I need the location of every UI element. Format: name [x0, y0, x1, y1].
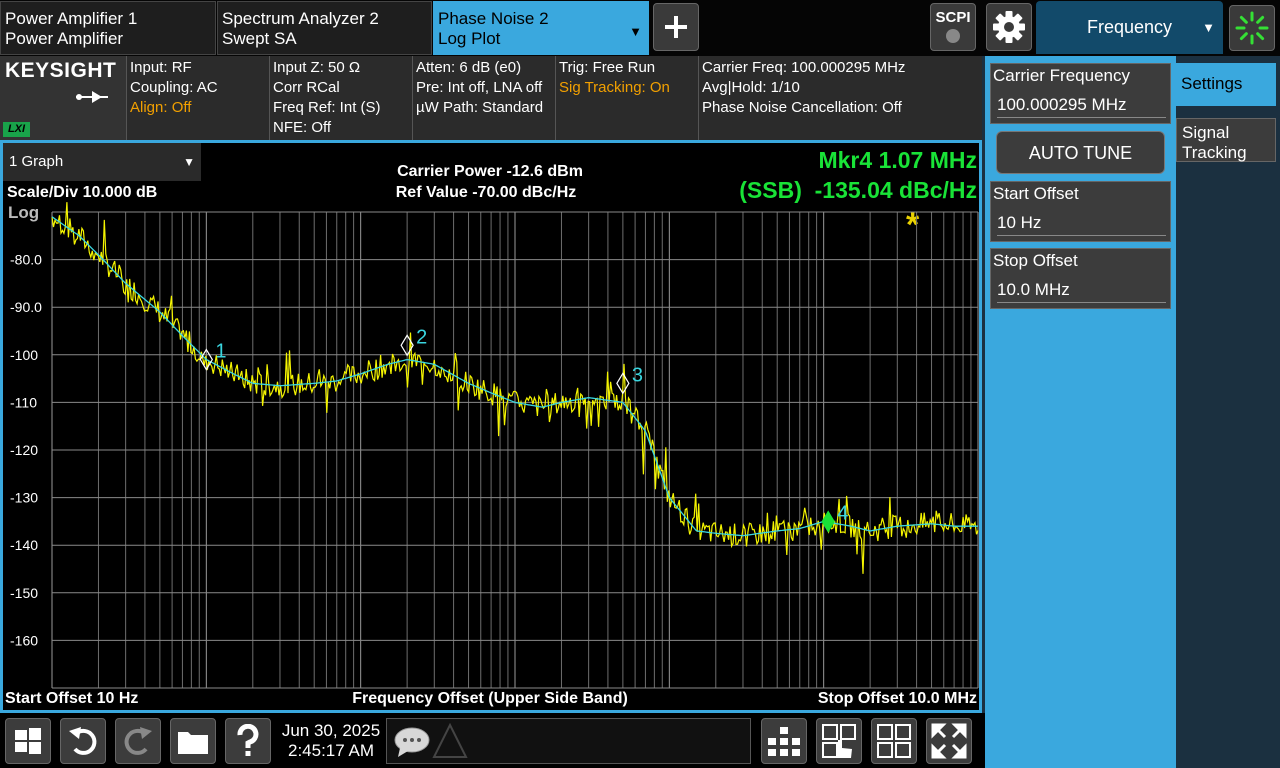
windows-icon [15, 728, 41, 754]
y-tick-label: -120 [10, 442, 38, 458]
help-icon [237, 724, 259, 756]
y-tick-labels: -80.0 -90.0 -100 -110 -120 -130 -140 -150 -160 [10, 252, 42, 649]
multi-window-icon [877, 724, 911, 758]
auto-tune-button[interactable]: AUTO TUNE [996, 131, 1165, 174]
message-icon [394, 727, 430, 757]
touch-select-icon [822, 724, 856, 758]
carrier-frequency-field[interactable]: Carrier Frequency 100.000295 MHz [990, 63, 1171, 124]
start-offset-field[interactable]: Start Offset 10 Hz [990, 181, 1171, 242]
stop-offset-input[interactable]: 10.0 MHz [997, 280, 1166, 303]
date-text: Jun 30, 2025 [281, 721, 381, 740]
undo-button[interactable] [60, 718, 106, 764]
stop-offset-field[interactable]: Stop Offset 10.0 MHz [990, 248, 1171, 309]
y-tick-label: -150 [10, 585, 38, 601]
tab-signal-tracking[interactable]: Signal Tracking [1176, 118, 1276, 162]
y-tick-label: -110 [10, 394, 37, 410]
carrier-frequency-input[interactable]: 100.000295 MHz [997, 95, 1166, 118]
tab-label-line2: Tracking [1182, 143, 1247, 162]
redo-button[interactable] [115, 718, 161, 764]
marker-label-3: 3 [632, 364, 643, 386]
y-tick-label: -160 [10, 632, 38, 648]
marker-layer: 1 2 3 4 [199, 326, 848, 533]
undo-icon [69, 727, 97, 755]
field-label: Carrier Frequency [993, 66, 1130, 85]
fullscreen-icon [931, 723, 967, 759]
redo-icon [124, 727, 152, 755]
date-time: Jun 30, 2025 2:45:17 AM [278, 721, 384, 761]
tab-label: Settings [1181, 74, 1243, 93]
fullscreen-button[interactable] [926, 718, 972, 764]
file-button[interactable] [170, 718, 216, 764]
y-tick-label: -80.0 [10, 252, 42, 268]
time-text: 2:45:17 AM [287, 741, 374, 760]
touch-select-button[interactable] [816, 718, 862, 764]
message-bar[interactable] [386, 718, 751, 764]
marker-label-2: 2 [416, 326, 427, 348]
tab-settings[interactable]: Settings [1176, 63, 1276, 106]
plot-grid [51, 211, 979, 689]
stop-offset-label: Stop Offset 10.0 MHz [817, 690, 977, 707]
help-button[interactable] [225, 718, 271, 764]
field-label: Start Offset [993, 184, 1079, 203]
folder-icon [178, 732, 208, 754]
x-axis-title: Frequency Offset (Upper Side Band) [352, 690, 628, 707]
multi-window-button[interactable] [871, 718, 917, 764]
y-tick-label: -100 [10, 347, 38, 363]
field-label: Stop Offset [993, 251, 1078, 270]
y-tick-label: -130 [10, 490, 38, 506]
warning-icon [432, 723, 468, 758]
marker-label-1: 1 [215, 341, 226, 363]
layout-tree-icon [768, 727, 800, 756]
layout-button[interactable] [761, 718, 807, 764]
start-offset-input[interactable]: 10 Hz [997, 213, 1166, 236]
marker-label-4: 4 [837, 503, 848, 525]
start-offset-label: Start Offset 10 Hz [5, 690, 139, 707]
y-tick-label: -140 [10, 537, 38, 553]
y-tick-label: -90.0 [10, 299, 42, 315]
windows-start-button[interactable] [5, 718, 51, 764]
tab-label-line1: Signal [1182, 123, 1230, 142]
